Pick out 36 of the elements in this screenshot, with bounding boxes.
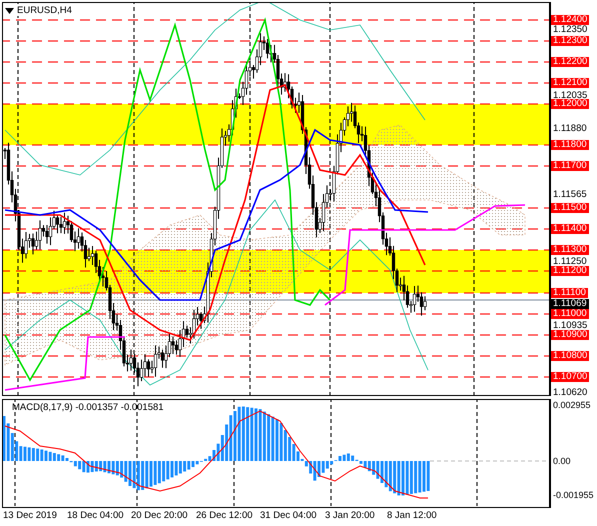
price-level-label: 1.10800 xyxy=(551,351,590,361)
price-tick-label: 1.11565 xyxy=(553,190,587,200)
symbol-label: EURUSD,H4 xyxy=(17,5,72,16)
time-label: 18 Dec 04:00 xyxy=(67,509,124,523)
macd-tick-label: 0.00 xyxy=(553,456,571,466)
time-label: 20 Dec 20:00 xyxy=(131,509,188,523)
price-level-label: 1.11700 xyxy=(551,161,589,171)
price-tick-label: 1.10935 xyxy=(553,320,588,330)
time-label: 26 Dec 12:00 xyxy=(196,509,253,523)
price-level-label: 1.10700 xyxy=(551,372,590,382)
time-label: 8 Jan 12:00 xyxy=(387,509,437,523)
price-level-label: 1.11100 xyxy=(551,288,588,298)
price-level-label: 1.11500 xyxy=(551,203,589,213)
price-level-label: 1.12100 xyxy=(551,78,590,88)
price-tick-label: 1.11880 xyxy=(553,124,587,134)
price-level-label: 1.11000 xyxy=(551,309,589,319)
price-tick-label: 1.12035 xyxy=(553,90,588,100)
macd-label: MACD(8,17,9) -0.001357 -0.001581 xyxy=(12,402,164,413)
price-level-label: 1.12300 xyxy=(551,36,590,46)
price-level-label: 1.12200 xyxy=(551,57,590,67)
price-level-label: 1.12000 xyxy=(551,99,590,109)
time-label: 3 Jan 20:00 xyxy=(325,509,375,523)
price-tick-label: 1.12350 xyxy=(553,24,588,34)
price-tick-label: 1.11250 xyxy=(553,256,587,266)
price-level-label: 1.12400 xyxy=(551,15,590,25)
price-level-label: 1.11800 xyxy=(551,140,589,150)
price-level-label: 1.11200 xyxy=(551,266,589,276)
current-price-label: 1.11069 xyxy=(551,298,589,308)
price-level-label: 1.11300 xyxy=(551,245,589,255)
price-level-label: 1.11400 xyxy=(551,224,589,234)
macd-tick-label: -0.001955 xyxy=(553,490,594,500)
price-tick-label: 1.10620 xyxy=(553,388,588,398)
time-label: 13 Dec 2019 xyxy=(3,509,57,523)
price-level-label: 1.10900 xyxy=(551,330,590,340)
macd-tick-label: 0.002955 xyxy=(553,400,591,410)
time-label: 31 Dec 04:00 xyxy=(260,509,317,523)
